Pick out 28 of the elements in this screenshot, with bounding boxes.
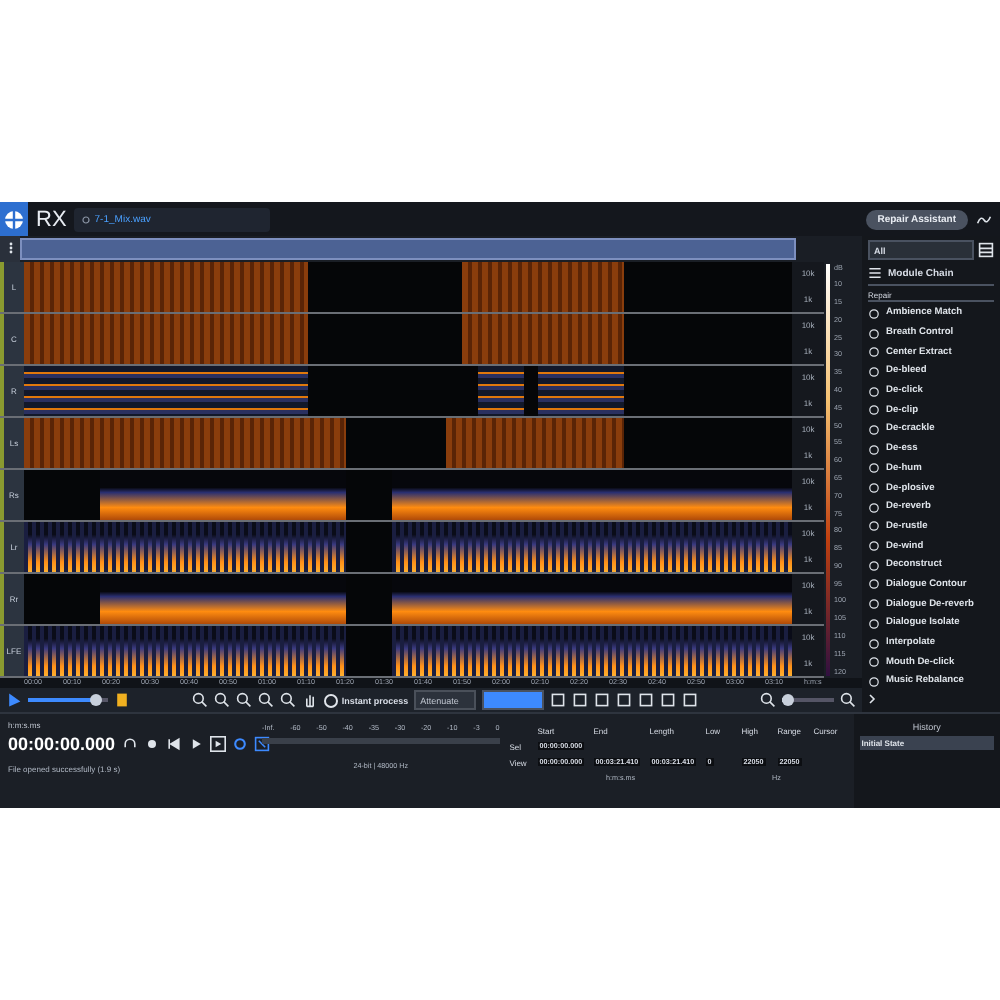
spectrogram[interactable] [23, 573, 793, 624]
loop-icon[interactable] [231, 736, 248, 752]
spectrogram[interactable] [23, 469, 793, 520]
list-icon [868, 266, 882, 280]
list-view-icon[interactable] [978, 242, 994, 258]
zoom-in-icon[interactable] [191, 692, 208, 709]
timecode-display: 00:00:00.000 [8, 734, 116, 754]
play-cursor-icon[interactable] [6, 692, 22, 709]
chevron-icon[interactable] [868, 693, 876, 704]
record-icon[interactable] [143, 736, 160, 752]
time-selection-tool[interactable] [482, 690, 545, 711]
spectrogram[interactable] [23, 625, 793, 676]
circle-icon [82, 215, 91, 223]
wave-icon[interactable] [976, 211, 992, 227]
headphones-icon[interactable] [121, 736, 138, 752]
bookmark-icon[interactable] [114, 692, 130, 709]
spectrogram[interactable] [23, 365, 793, 416]
frequency-zoom-slider[interactable] [782, 698, 835, 703]
collapse-dots-icon[interactable] [7, 242, 13, 255]
skip-back-icon[interactable] [165, 736, 182, 752]
play-icon[interactable] [187, 736, 204, 752]
app-name: RX [36, 207, 67, 231]
app-logo-icon [0, 202, 28, 236]
spectrogram[interactable] [23, 521, 793, 572]
zoom-in-icon[interactable] [840, 692, 857, 709]
search-icon[interactable] [279, 692, 296, 709]
hand-icon[interactable] [301, 692, 318, 709]
play-selection-icon[interactable] [209, 736, 226, 752]
